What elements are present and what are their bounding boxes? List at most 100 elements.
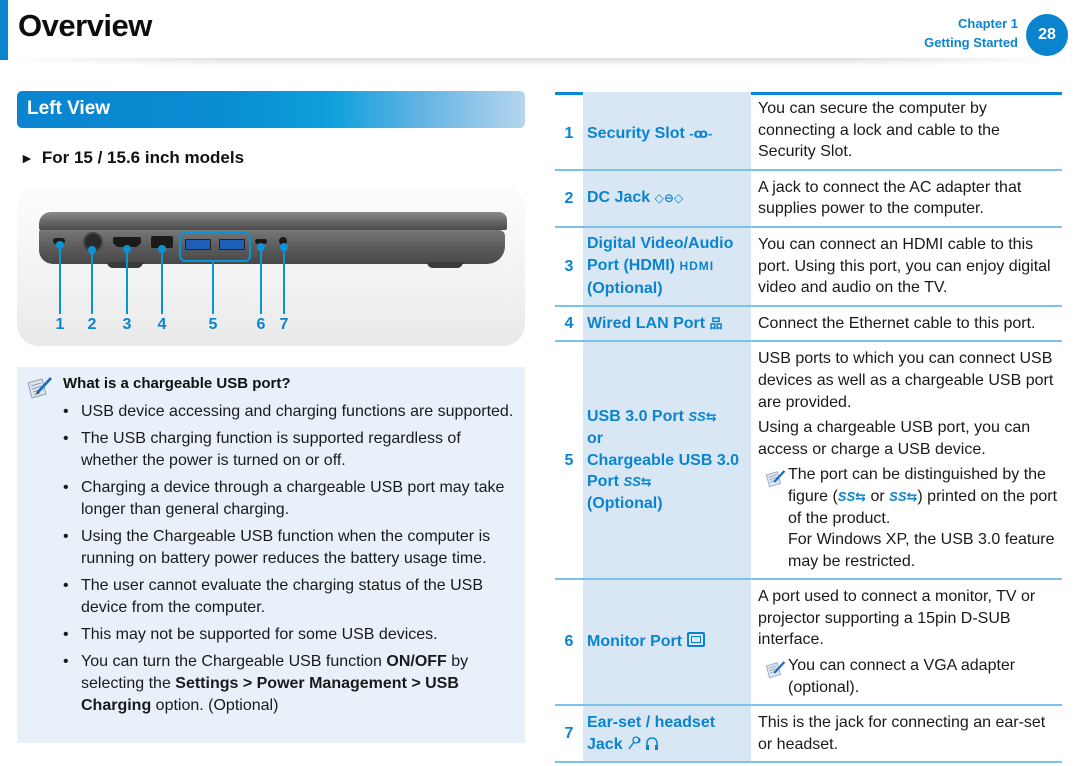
callout-dot <box>56 241 64 249</box>
list-item-text: The user cannot evaluate the charging st… <box>81 577 484 616</box>
header-divider <box>8 58 1068 66</box>
list-item-text: Using the Chargeable USB function when t… <box>81 528 491 567</box>
list-item: • USB device accessing and charging funct… <box>63 401 519 423</box>
bullet: • <box>63 577 69 594</box>
port-number: 4 <box>555 305 583 343</box>
callout-number: 1 <box>55 316 65 333</box>
chapter-number: Chapter 1 <box>958 16 1018 31</box>
header-accent-bar <box>0 0 8 60</box>
callout-dot <box>158 245 166 253</box>
port-name: Digital Video/Audio Port (HDMI) HDMI (Op… <box>583 226 751 307</box>
callout-line <box>260 246 262 314</box>
callout-dot <box>280 243 288 251</box>
chapter-label: Chapter 1 Getting Started <box>924 14 1018 52</box>
section-title: Left View <box>27 98 111 119</box>
note-text: or <box>866 487 890 505</box>
usb-superspeed-icon: SS⇆ <box>688 409 717 425</box>
list-item-text: Charging a device through a chargeable U… <box>81 479 505 518</box>
monitor-icon <box>686 632 705 648</box>
table-row: 3 Digital Video/Audio Port (HDMI) HDMI (… <box>555 226 1062 307</box>
section-header: Left View <box>17 91 525 128</box>
model-subheading: ► For 15 / 15.6 inch models <box>20 148 244 168</box>
port-description: This is the jack for connecting an ear-s… <box>751 705 1062 764</box>
laptop-lid <box>39 212 507 230</box>
onoff-emphasis: ON/OFF <box>386 653 447 670</box>
callout-line <box>212 260 214 314</box>
usb-superspeed-icon: SS⇆ <box>837 488 867 504</box>
usb-charging-icon: SS⇆ <box>889 488 918 504</box>
bullet: • <box>63 403 69 420</box>
description-text: A jack to connect the AC adapter that su… <box>758 178 1022 218</box>
port-name-text: USB 3.0 Port <box>587 408 684 426</box>
microphone-headphone-icon <box>628 736 659 750</box>
port-description: USB ports to which you can connect USB d… <box>751 341 1062 581</box>
callout-number: 5 <box>208 316 218 333</box>
bullet: • <box>63 430 69 447</box>
port-description: A jack to connect the AC adapter that su… <box>751 169 1062 228</box>
or-label: or <box>587 429 603 447</box>
list-item-text: The USB charging function is supported r… <box>81 430 461 469</box>
list-item-text: USB device accessing and charging functi… <box>81 403 514 420</box>
usb-port <box>219 239 245 250</box>
port-name: DC Jack ◇⊖◇ <box>583 169 751 228</box>
bullet: • <box>63 626 69 643</box>
port-name-text: Security Slot <box>587 124 685 142</box>
port-name: Security Slot -ꝏ- <box>583 92 751 171</box>
description-text: Using a chargeable USB port, you can acc… <box>758 419 1031 458</box>
security-lock-icon: -ꝏ- <box>689 125 713 141</box>
table-row: 4 Wired LAN Port 品 Connect the Ethernet … <box>555 305 1062 343</box>
callout-line <box>59 244 61 314</box>
port-name-text: Chargeable USB 3.0 Port <box>587 451 740 491</box>
note-text: You can connect a VGA adapter (optional)… <box>788 657 1016 696</box>
page-number-badge: 28 <box>1026 14 1068 56</box>
port-name: USB 3.0 Port SS⇆ or Chargeable USB 3.0 P… <box>583 341 751 581</box>
port-name: Wired LAN Port 品 <box>583 305 751 343</box>
port-description: A port used to connect a monitor, TV or … <box>751 579 1062 707</box>
port-description-table: 1 Security Slot -ꝏ- You can secure the c… <box>555 92 1062 764</box>
table-row: 2 DC Jack ◇⊖◇ A jack to connect the AC a… <box>555 169 1062 228</box>
port-number: 5 <box>555 341 583 581</box>
optional-label: (Optional) <box>587 494 663 512</box>
callout-line <box>126 248 128 314</box>
callout-line <box>91 250 93 314</box>
table-row: 5 USB 3.0 Port SS⇆ or Chargeable USB 3.0… <box>555 341 1062 581</box>
bullet: • <box>63 653 69 670</box>
chargeable-usb-note: What is a chargeable USB port? • USB devi… <box>17 367 525 743</box>
port-number: 3 <box>555 226 583 307</box>
note-pencil-icon <box>27 377 52 399</box>
dc-polarity-icon: ◇⊖◇ <box>654 191 684 206</box>
port-number: 1 <box>555 92 583 171</box>
note-text: For Windows XP, the USB 3.0 feature may … <box>788 531 1055 570</box>
list-item-text: You can turn the Chargeable USB function <box>81 653 387 670</box>
bullet: • <box>63 479 69 496</box>
port-name: Monitor Port <box>583 579 751 707</box>
laptop-left-view-figure: 1 2 3 4 5 6 7 <box>17 186 525 346</box>
callout-number: 7 <box>279 316 289 333</box>
vga-note: You can connect a VGA adapter (optional)… <box>758 655 1062 698</box>
port-name-text: Monitor Port <box>587 633 683 651</box>
note-list: • USB device accessing and charging funct… <box>63 401 519 722</box>
table-row: 7 Ear-set / headset Jack This is the jac… <box>555 705 1062 764</box>
port-name: Ear-set / headset Jack <box>583 705 751 764</box>
laptop-foot <box>107 262 143 268</box>
usb-port <box>185 239 211 250</box>
port-description: Connect the Ethernet cable to this port. <box>751 305 1062 343</box>
list-item: • Using the Chargeable USB function when … <box>63 526 519 570</box>
port-name-text: Wired LAN Port <box>587 314 706 332</box>
list-item: • The user cannot evaluate the charging s… <box>63 575 519 619</box>
port-description: You can secure the computer by connectin… <box>751 92 1062 171</box>
callout-number: 6 <box>256 316 266 333</box>
port-name-text: DC Jack <box>587 189 651 207</box>
note-pencil-icon <box>765 470 786 488</box>
hdmi-logo-icon: HDMI <box>679 259 715 274</box>
note-pencil-icon <box>765 661 786 679</box>
description-text: You can secure the computer by connectin… <box>758 100 1000 161</box>
callout-number: 4 <box>157 316 167 333</box>
port-number: 2 <box>555 169 583 228</box>
bullet: • <box>63 528 69 545</box>
triangle-marker-icon: ► <box>20 150 34 166</box>
description-text: Connect the Ethernet cable to this port. <box>758 314 1036 332</box>
list-item: • Charging a device through a chargeable … <box>63 477 519 521</box>
port-description: You can connect an HDMI cable to this po… <box>751 226 1062 307</box>
lan-network-icon: 品 <box>709 315 723 331</box>
